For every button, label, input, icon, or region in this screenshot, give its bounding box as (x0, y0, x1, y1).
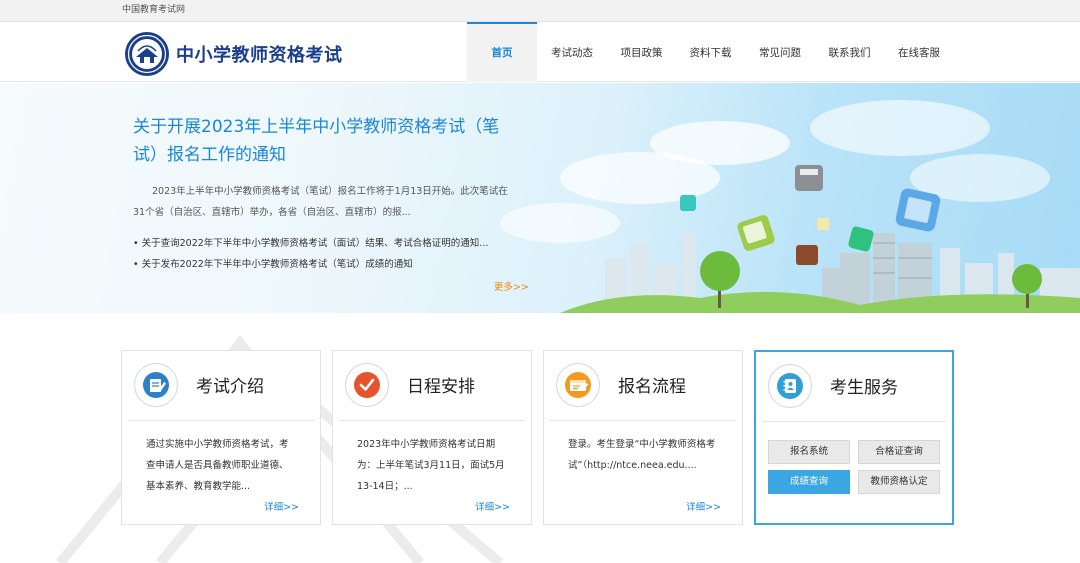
nav-item-5[interactable]: 联系我们 (815, 22, 884, 82)
card-description: 登录。考生登录“中小学教师资格考试”（http://ntce.neea.edu.… (568, 439, 716, 471)
card-description: 通过实施中小学教师资格考试，考查申请人是否具备教师职业道德、基本素养、教育教学能… (146, 439, 289, 492)
site-header: 中小学教师资格考试 首页 考试动态 项目政策 资料下载 常见问题 联系我们 在线客服 (0, 22, 1080, 82)
main-nav: 首页 考试动态 项目政策 资料下载 常见问题 联系我们 在线客服 (467, 22, 954, 82)
detail-link[interactable]: 详细>> (264, 499, 299, 513)
nav-item-6[interactable]: 在线客服 (884, 22, 954, 82)
nav-item-2[interactable]: 项目政策 (607, 22, 676, 82)
service-button-2[interactable]: 成绩查询 (768, 470, 850, 494)
card-registration-process: 报名流程 登录。考生登录“中小学教师资格考试”（http://ntce.neea… (543, 350, 743, 525)
card-candidate-services: 考生服务 报名系统 合格证查询 成绩查询 教师资格认定 (754, 350, 954, 525)
card-title[interactable]: 考试介绍 (196, 372, 264, 397)
news-list: 关于查询2022年下半年中小学教师资格考试（面试）结果、考试合格证明的通知...… (133, 233, 523, 275)
nav-item-1[interactable]: 考试动态 (537, 22, 607, 82)
news-banner: 关于开展2023年上半年中小学教师资格考试（笔试）报名工作的通知 2023年上半… (0, 83, 1080, 313)
news-item[interactable]: 关于发布2022年下半年中小学教师资格考试（笔试）成绩的通知 (133, 254, 523, 275)
nav-item-4[interactable]: 常见问题 (745, 22, 815, 82)
contact-book-icon[interactable] (768, 364, 812, 408)
top-bar: 中国教育考试网 (0, 0, 1080, 22)
card-title[interactable]: 报名流程 (618, 372, 686, 397)
document-edit-icon[interactable] (134, 363, 178, 407)
card-header: 考生服务 (762, 352, 946, 422)
card-exam-intro: 考试介绍 通过实施中小学教师资格考试，考查申请人是否具备教师职业道德、基本素养、… (121, 350, 321, 525)
checkmark-icon[interactable] (345, 363, 389, 407)
site-title[interactable]: 中小学教师资格考试 (176, 41, 343, 67)
feature-cards: 考试介绍 通过实施中小学教师资格考试，考查申请人是否具备教师职业道德、基本素养、… (121, 350, 954, 525)
detail-link[interactable]: 详细>> (686, 499, 721, 513)
card-schedule: 日程安排 2023年中小学教师资格考试日期为：上半年笔试3月11日，面试5月13… (332, 350, 532, 525)
detail-link[interactable]: 详细>> (475, 499, 510, 513)
headline-link[interactable]: 关于开展2023年上半年中小学教师资格考试（笔试）报名工作的通知 (133, 113, 523, 169)
logo-emblem[interactable] (124, 31, 170, 77)
card-header: 考试介绍 (128, 351, 314, 421)
nav-item-3[interactable]: 资料下载 (676, 22, 745, 82)
news-item[interactable]: 关于查询2022年下半年中小学教师资格考试（面试）结果、考试合格证明的通知... (133, 233, 523, 254)
card-description: 2023年中小学教师资格考试日期为：上半年笔试3月11日，面试5月13-14日；… (357, 439, 505, 492)
service-button-1[interactable]: 合格证查询 (858, 440, 940, 464)
card-header: 报名流程 (550, 351, 736, 421)
service-button-3[interactable]: 教师资格认定 (858, 470, 940, 494)
registration-form-icon[interactable] (556, 363, 600, 407)
card-title[interactable]: 日程安排 (407, 372, 475, 397)
top-bar-site-name: 中国教育考试网 (122, 5, 186, 15)
service-buttons: 报名系统 合格证查询 成绩查询 教师资格认定 (768, 440, 940, 494)
card-header: 日程安排 (339, 351, 525, 421)
nav-item-0[interactable]: 首页 (467, 22, 537, 82)
card-title[interactable]: 考生服务 (830, 373, 898, 398)
headline-summary: 2023年上半年中小学教师资格考试（笔试）报名工作将于1月13日开始。此次笔试在… (133, 186, 508, 218)
more-news-link[interactable]: 更多>> (494, 279, 529, 293)
service-button-0[interactable]: 报名系统 (768, 440, 850, 464)
